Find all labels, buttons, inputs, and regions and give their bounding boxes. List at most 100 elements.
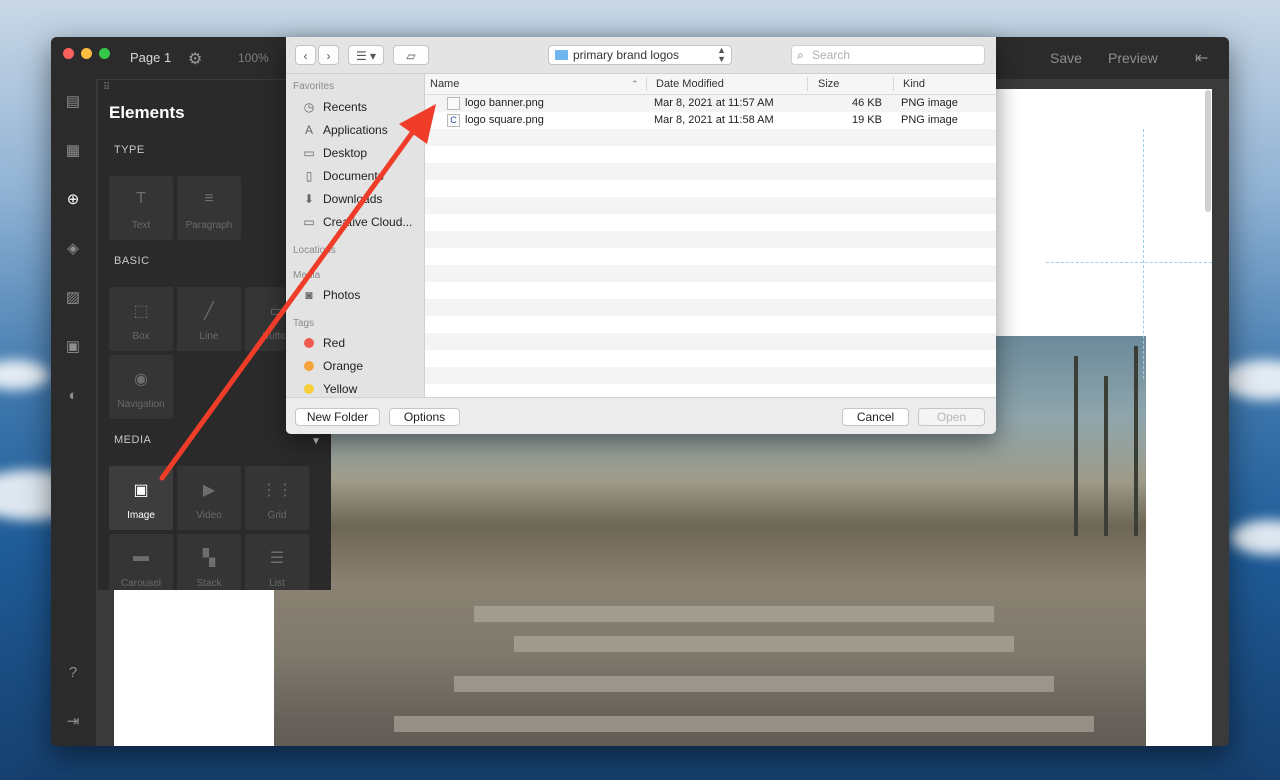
collapse-panel-icon[interactable]: ⇤ <box>1195 48 1208 68</box>
box-tile[interactable]: ⬚ Box <box>109 287 173 351</box>
background-cloud <box>1230 520 1280 555</box>
sidebar-tag-red[interactable]: Red <box>302 333 424 353</box>
pages-icon[interactable]: ▤ <box>64 93 82 111</box>
column-header-kind[interactable]: Kind <box>903 74 925 94</box>
gear-icon[interactable]: ⚙ <box>188 49 202 69</box>
document-icon: ▯ <box>305 169 313 183</box>
sidebar-item-label: Yellow <box>323 382 358 396</box>
open-button[interactable]: Open <box>918 408 985 426</box>
video-tile[interactable]: ▶ Video <box>177 466 241 530</box>
sidebar-item-documents[interactable]: ▯ Documents <box>302 166 424 186</box>
navigation-tile[interactable]: ◉ Navigation <box>109 355 173 419</box>
sidebar-header-favorites: Favorites <box>293 81 335 92</box>
media-icon[interactable]: ▨ <box>64 289 82 307</box>
sort-ascending-icon: ⌃ <box>631 79 639 89</box>
maximize-window-button[interactable] <box>99 48 110 59</box>
button-tile[interactable]: ▭ Button <box>245 287 285 351</box>
tile-label: Line <box>199 331 219 342</box>
layout-guide <box>1046 262 1212 263</box>
drag-handle-icon[interactable]: ⠿ <box>103 82 110 93</box>
sidebar-header-tags: Tags <box>293 318 315 329</box>
sidebar-header-media: Media <box>293 270 321 281</box>
theme-icon[interactable]: ◐ <box>64 387 82 405</box>
layers-icon[interactable]: ◈ <box>64 240 82 258</box>
section-basic: BASIC <box>114 255 150 267</box>
left-tool-rail: ▤ ▦ ⊕ ◈ ▨ ▣ ◐ ? ⇥ <box>51 79 96 746</box>
grid-tile[interactable]: ⋮⋮ Grid <box>245 466 309 530</box>
zoom-level[interactable]: 100% <box>238 51 269 65</box>
view-options-button[interactable]: ☰ ▾ <box>348 45 384 65</box>
sidebar-item-label: Downloads <box>323 192 383 206</box>
file-row[interactable]: Clogo square.png Mar 8, 2021 at 11:58 AM 1… <box>425 112 996 129</box>
folder-icon <box>555 50 568 60</box>
column-header-name[interactable]: Name <box>430 74 459 94</box>
dialog-toolbar: ‹ › ☰ ▾ ▱ primary brand logos ▲ ▼ ⌕ Searc… <box>286 37 996 74</box>
dialog-footer: New Folder Options Cancel Open <box>286 397 996 434</box>
components-icon[interactable]: ▣ <box>64 338 82 356</box>
file-name: logo square.png <box>465 114 544 126</box>
tile-label: Box <box>132 331 150 342</box>
background-cloud <box>0 360 50 390</box>
preview-button[interactable]: Preview <box>1108 50 1158 66</box>
sidebar-tag-yellow[interactable]: Yellow <box>302 379 424 399</box>
file-list: Name ⌃ Date Modified Size Kind logo bann… <box>425 74 996 397</box>
column-header-date[interactable]: Date Modified <box>656 74 724 94</box>
button-icon: ▭ <box>269 303 285 320</box>
layout-guide <box>1143 129 1144 379</box>
location-label: primary brand logos <box>573 48 680 62</box>
sidebar-item-downloads[interactable]: ⬇ Downloads <box>302 189 424 209</box>
paragraph-icon: ≡ <box>204 190 214 207</box>
minimize-window-button[interactable] <box>81 48 92 59</box>
paragraph-tile[interactable]: ≡ Paragraph <box>177 176 241 240</box>
cancel-button[interactable]: Cancel <box>842 408 909 426</box>
file-row[interactable]: logo banner.png Mar 8, 2021 at 11:57 AM 46… <box>425 95 996 112</box>
carousel-tile[interactable]: ▬ Carousel <box>109 534 173 590</box>
add-element-icon[interactable]: ⊕ <box>64 191 82 209</box>
layout-icon[interactable]: ▦ <box>64 142 82 160</box>
logout-icon[interactable]: ⇥ <box>64 713 82 731</box>
options-button[interactable]: Options <box>389 408 460 426</box>
list-tile[interactable]: ☰ List <box>245 534 309 590</box>
sidebar-item-photos[interactable]: ◙ Photos <box>302 285 424 305</box>
empty-row <box>425 214 996 231</box>
tag-dot-icon <box>304 361 314 371</box>
back-button[interactable]: ‹ <box>295 45 316 65</box>
list-icon: ☰ <box>269 550 285 567</box>
sidebar-tag-orange[interactable]: Orange <box>302 356 424 376</box>
new-folder-icon[interactable]: ▱ <box>393 45 429 65</box>
close-window-button[interactable] <box>63 48 74 59</box>
search-placeholder: Search <box>812 48 851 62</box>
section-media: MEDIA <box>114 434 152 446</box>
forward-button[interactable]: › <box>318 45 339 65</box>
sidebar-item-label: Creative Cloud... <box>323 215 413 229</box>
save-button[interactable]: Save <box>1050 50 1082 66</box>
help-icon[interactable]: ? <box>64 664 82 682</box>
download-icon: ⬇ <box>303 192 315 206</box>
line-tile[interactable]: ╱ Line <box>177 287 241 351</box>
sidebar-item-creative-cloud[interactable]: ▭ Creative Cloud... <box>302 212 424 232</box>
image-tile[interactable]: ▣ Image <box>109 466 173 530</box>
section-type: TYPE <box>114 144 145 156</box>
file-date: Mar 8, 2021 at 11:57 AM <box>654 97 774 109</box>
page-selector[interactable]: Page 1 <box>130 50 171 65</box>
tile-label: Video <box>196 510 222 521</box>
tile-label: Paragraph <box>185 220 233 231</box>
sidebar-item-label: Recents <box>323 100 368 114</box>
search-input[interactable]: ⌕ Search <box>791 45 985 65</box>
sidebar-item-applications[interactable]: A Applications <box>302 120 424 140</box>
canvas-scrollbar[interactable] <box>1205 90 1211 212</box>
sidebar-item-recents[interactable]: ◷ Recents <box>302 97 424 117</box>
tile-label: Carousel <box>120 578 162 589</box>
location-popup[interactable]: primary brand logos ▲ ▼ <box>548 45 732 65</box>
tile-label: List <box>269 578 285 589</box>
new-folder-button[interactable]: New Folder <box>295 408 380 426</box>
file-kind: PNG image <box>901 97 958 109</box>
chevron-down-icon[interactable]: ▼ <box>311 436 321 447</box>
column-header-size[interactable]: Size <box>818 74 839 94</box>
sidebar-item-label: Applications <box>323 123 388 137</box>
sidebar-item-desktop[interactable]: ▭ Desktop <box>302 143 424 163</box>
folder-icon: ▭ <box>303 215 315 229</box>
stack-tile[interactable]: ▚ Stack <box>177 534 241 590</box>
empty-row <box>425 350 996 367</box>
text-tile[interactable]: T Text <box>109 176 173 240</box>
